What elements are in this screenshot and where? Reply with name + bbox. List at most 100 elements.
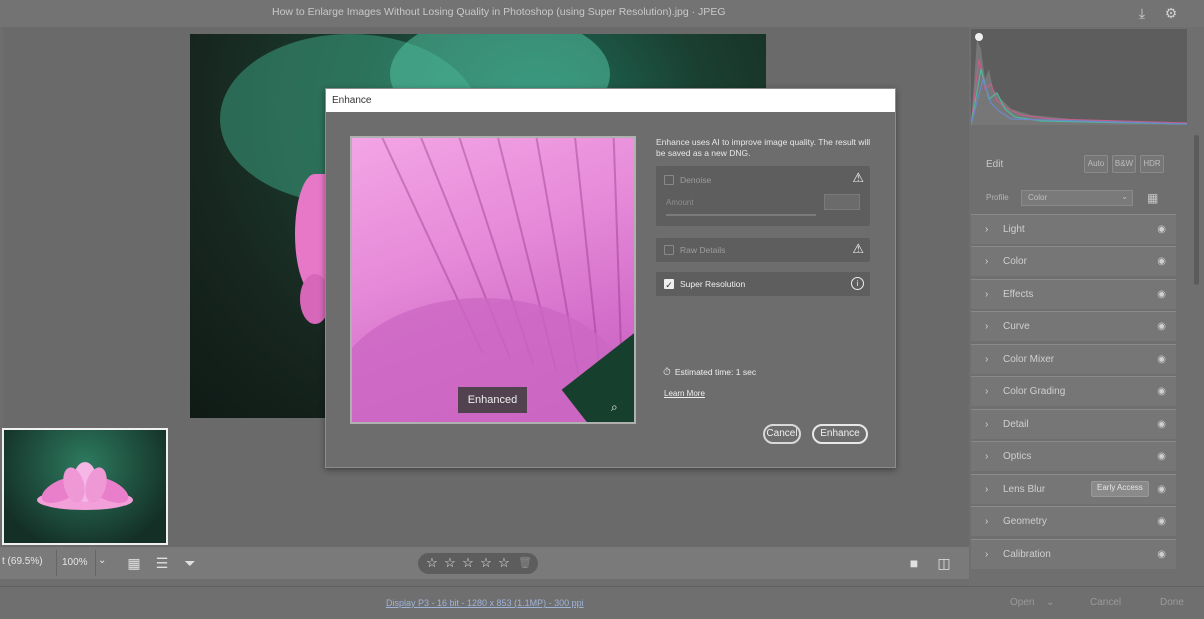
compare-view-icon[interactable]: ◫ xyxy=(934,553,954,573)
done-button[interactable]: Done xyxy=(1160,597,1184,608)
filmstrip-view-icon[interactable]: ▦ xyxy=(124,553,144,573)
profile-value: Color xyxy=(1028,193,1048,202)
scrollbar-thumb[interactable] xyxy=(1194,135,1199,285)
eye-icon[interactable]: ◉ xyxy=(1157,516,1166,527)
image-info-link[interactable]: Display P3 - 16 bit - 1280 x 853 (1.1MP)… xyxy=(386,598,584,608)
filmstrip-thumbnail[interactable] xyxy=(2,428,168,545)
chevron-right-icon: › xyxy=(985,224,989,235)
chevron-right-icon: › xyxy=(985,516,989,527)
section-label: Detail xyxy=(1003,419,1029,430)
super-resolution-checkbox[interactable]: ✓ xyxy=(664,279,674,290)
section-curve[interactable]: › Curve ◉ xyxy=(971,311,1176,341)
panel-scrollbar[interactable] xyxy=(1194,35,1200,575)
bw-button[interactable]: B&W xyxy=(1112,155,1136,173)
section-label: Geometry xyxy=(1003,516,1047,527)
section-geometry[interactable]: › Geometry ◉ xyxy=(971,506,1176,536)
enhance-preview[interactable]: Enhanced ⌕ xyxy=(350,136,636,424)
edit-panel: Edit Auto B&W HDR Profile Color ⌄ ▦ › Li… xyxy=(969,27,1204,586)
chevron-right-icon: › xyxy=(985,386,989,397)
dialog-cancel-button[interactable]: Cancel xyxy=(763,424,801,444)
status-bar: Display P3 - 16 bit - 1280 x 853 (1.1MP)… xyxy=(0,586,1204,619)
chevron-right-icon: › xyxy=(985,451,989,462)
zoom-fit-label[interactable]: t (69.5%) xyxy=(2,556,43,567)
export-icon[interactable]: ⤓ xyxy=(1133,4,1151,22)
enhanced-tag: Enhanced xyxy=(458,387,527,413)
eye-icon[interactable]: ◉ xyxy=(1157,321,1166,332)
denoise-option: Denoise ⚠ Amount xyxy=(656,166,870,226)
section-label: Effects xyxy=(1003,289,1034,300)
learn-more-link[interactable]: Learn More xyxy=(664,389,705,398)
eye-icon[interactable]: ◉ xyxy=(1157,354,1166,365)
section-effects[interactable]: › Effects ◉ xyxy=(971,279,1176,309)
eye-icon[interactable]: ◉ xyxy=(1157,419,1166,430)
edit-header: Edit Auto B&W HDR xyxy=(969,153,1175,179)
denoise-checkbox[interactable] xyxy=(664,175,674,185)
section-optics[interactable]: › Optics ◉ xyxy=(971,441,1176,471)
chevron-down-icon: ⌄ xyxy=(1121,192,1128,201)
cancel-button[interactable]: Cancel xyxy=(1090,597,1121,608)
amount-input[interactable] xyxy=(824,194,860,210)
enhance-dialog: Enhance Enhanced ⌕ Enhance uses AI to im… xyxy=(325,88,896,468)
open-dropdown-chevron[interactable]: ⌄ xyxy=(1046,597,1054,608)
sort-icon[interactable]: ☰ xyxy=(152,553,172,573)
single-view-icon[interactable]: ■ xyxy=(904,553,924,573)
filter-icon[interactable]: ⏷ xyxy=(180,553,200,573)
auto-button[interactable]: Auto xyxy=(1084,155,1108,173)
section-light[interactable]: › Light ◉ xyxy=(971,214,1176,244)
eye-icon[interactable]: ◉ xyxy=(1157,549,1166,560)
star-3[interactable]: ☆ xyxy=(460,554,476,572)
section-label: Color Mixer xyxy=(1003,354,1055,365)
star-2[interactable]: ☆ xyxy=(442,554,458,572)
section-color-grading[interactable]: › Color Grading ◉ xyxy=(971,376,1176,406)
section-label: Light xyxy=(1003,224,1025,235)
eye-icon[interactable]: ◉ xyxy=(1157,256,1166,267)
star-5[interactable]: ☆ xyxy=(496,554,512,572)
eye-icon[interactable]: ◉ xyxy=(1157,386,1166,397)
edit-label: Edit xyxy=(986,159,1004,170)
profile-browser-icon[interactable]: ▦ xyxy=(1147,191,1158,205)
zoom-dropdown-chevron[interactable]: ⌄ xyxy=(98,555,106,566)
section-label: Color xyxy=(1003,256,1027,267)
estimated-time: ⏱ Estimated time: 1 sec xyxy=(663,367,756,378)
section-label: Curve xyxy=(1003,321,1030,332)
super-resolution-option: ✓ Super Resolution i xyxy=(656,272,870,296)
trash-icon[interactable]: 🗑 xyxy=(518,555,532,571)
section-label: Calibration xyxy=(1003,549,1051,560)
section-lens-blur[interactable]: › Lens Blur Early Access ◉ xyxy=(971,474,1176,504)
eye-icon[interactable]: ◉ xyxy=(1157,451,1166,462)
title-bar: How to Enlarge Images Without Losing Qua… xyxy=(0,0,1204,27)
eye-icon[interactable]: ◉ xyxy=(1157,224,1166,235)
section-detail[interactable]: › Detail ◉ xyxy=(971,409,1176,439)
amount-slider[interactable] xyxy=(666,214,816,216)
open-button[interactable]: Open xyxy=(1010,597,1034,608)
zoom-percent[interactable]: 100% xyxy=(56,550,96,576)
warning-icon: ⚠ xyxy=(852,241,864,256)
star-4[interactable]: ☆ xyxy=(478,554,494,572)
section-label: Color Grading xyxy=(1003,386,1066,397)
chevron-right-icon: › xyxy=(985,354,989,365)
dialog-title-bar: Enhance xyxy=(326,89,895,112)
star-1[interactable]: ☆ xyxy=(424,554,440,572)
section-label: Optics xyxy=(1003,451,1032,462)
raw-details-option: Raw Details ⚠ xyxy=(656,238,870,262)
zoom-icon[interactable]: ⌕ xyxy=(611,400,618,415)
eye-icon[interactable]: ◉ xyxy=(1157,289,1166,300)
gear-icon[interactable]: ⚙ xyxy=(1162,4,1180,22)
amount-label: Amount xyxy=(666,198,694,207)
eye-icon[interactable]: ◉ xyxy=(1157,484,1166,495)
raw-details-checkbox[interactable] xyxy=(664,245,674,255)
profile-select[interactable]: Color ⌄ xyxy=(1021,190,1133,206)
section-color-mixer[interactable]: › Color Mixer ◉ xyxy=(971,344,1176,374)
chevron-right-icon: › xyxy=(985,321,989,332)
section-color[interactable]: › Color ◉ xyxy=(971,246,1176,276)
section-calibration[interactable]: › Calibration ◉ xyxy=(971,539,1176,569)
chevron-right-icon: › xyxy=(985,419,989,430)
histogram xyxy=(971,29,1187,125)
estimated-time-text: Estimated time: 1 sec xyxy=(674,367,757,377)
info-icon[interactable]: i xyxy=(851,277,864,290)
raw-details-label: Raw Details xyxy=(680,245,726,255)
hdr-button[interactable]: HDR xyxy=(1140,155,1164,173)
denoise-label: Denoise xyxy=(680,175,712,185)
dialog-enhance-button[interactable]: Enhance xyxy=(812,424,868,444)
chevron-right-icon: › xyxy=(985,289,989,300)
